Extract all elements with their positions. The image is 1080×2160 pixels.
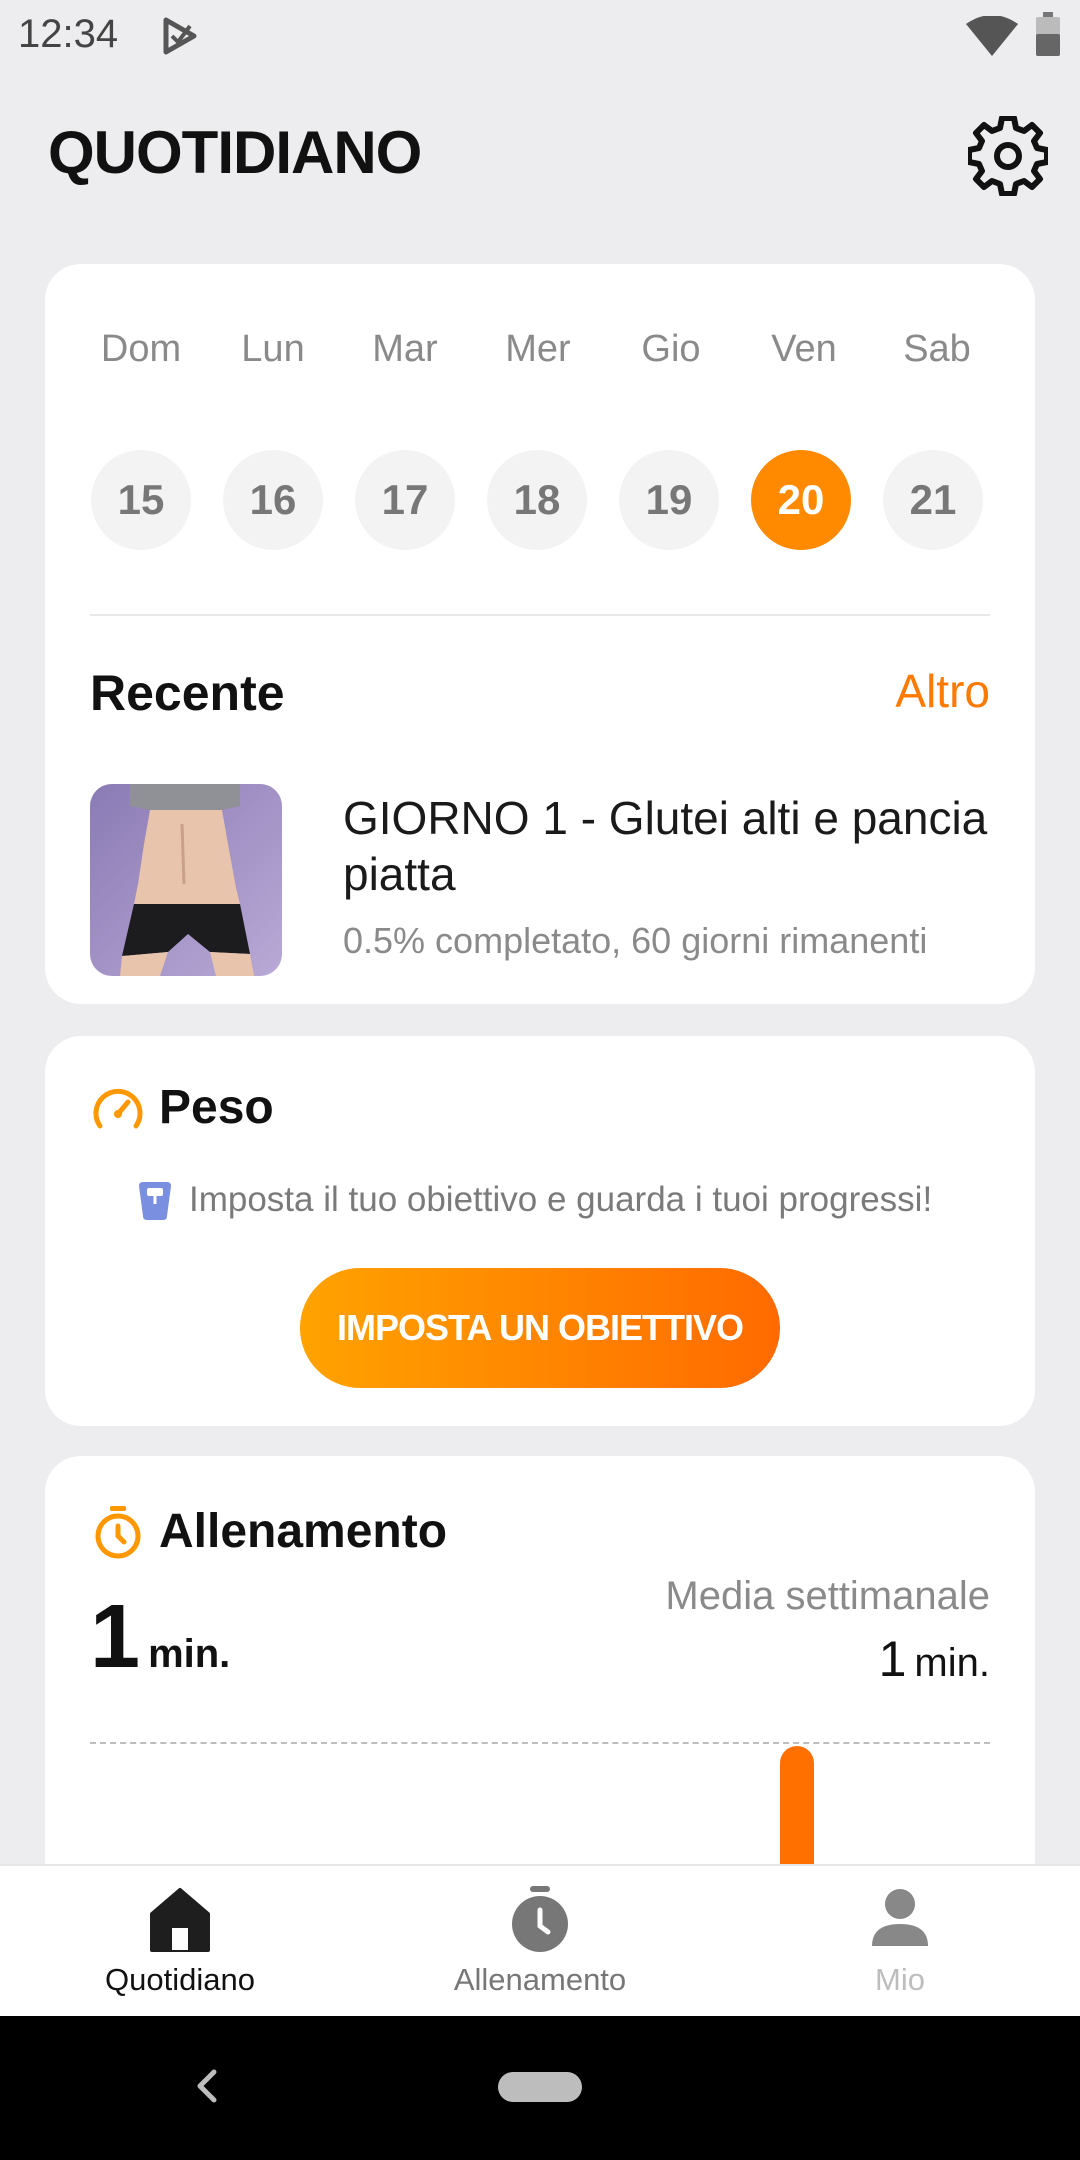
status-bar: 12:34 [0,0,1080,72]
weekly-average-label: Media settimanale [665,1574,990,1618]
status-time: 12:34 [18,12,119,56]
home-icon [150,1888,210,1952]
day-name: Gio [641,328,701,370]
day-numbers-row: 15 16 17 18 19 20 21 [45,450,1035,550]
workout-plan-title[interactable]: GIORNO 1 - Glutei alti e pancia piatta [343,790,1003,902]
day-name: Mer [505,328,571,370]
nav-label: Quotidiano [105,1962,255,1997]
weekly-average-minutes: 1 [878,1631,907,1687]
workout-minutes: 1 [90,1587,141,1687]
recent-section-title: Recente [90,665,285,721]
wifi-icon [966,16,1018,56]
workout-section-title: Allenamento [159,1505,448,1558]
day-button[interactable]: 17 [355,450,455,550]
weight-section-title: Peso [159,1081,274,1134]
page-title: QUOTIDIANO [48,119,422,186]
day-name: Ven [771,328,837,370]
nav-label: Allenamento [453,1962,627,1997]
stopwatch-icon [95,1506,141,1559]
day-button[interactable]: 15 [91,450,191,550]
home-pill-button[interactable] [498,2072,582,2102]
day-name: Mar [372,328,438,370]
speedometer-icon [93,1088,143,1129]
workout-plan-progress: 0.5% completato, 60 giorni rimanenti [343,920,928,961]
bottom-navigation: Quotidiano Allenamento Mio [0,1864,1080,2018]
weight-hint-text: Imposta il tuo obiettivo e guarda i tuoi… [189,1180,933,1219]
settings-gear-icon[interactable] [968,116,1048,196]
workout-unit: min. [148,1632,231,1676]
workout-day-bar [780,1746,814,1866]
fitness-photo-image [90,784,282,976]
divider [90,614,990,616]
person-icon [872,1889,928,1946]
play-store-notification-icon [163,17,197,55]
day-button[interactable]: 16 [223,450,323,550]
day-name: Lun [241,328,305,370]
week-card: Dom Lun Mar Mer Gio Ven Sab 15 16 17 18 … [45,264,1035,1004]
weekly-average-value: 1 min. [879,1630,990,1688]
stopwatch-icon [512,1886,568,1952]
battery-icon [1036,12,1060,56]
nav-item-me[interactable]: Mio [720,1866,1080,2018]
day-button[interactable]: 19 [619,450,719,550]
nav-label: Mio [875,1962,925,1997]
workout-today-value: 1 min. [90,1586,230,1689]
average-dashed-line [90,1742,990,1746]
day-button[interactable]: 21 [883,450,983,550]
system-navigation-bar [0,2016,1080,2160]
recent-more-link[interactable]: Altro [895,664,990,718]
back-chevron-icon[interactable] [190,2066,224,2106]
day-names-row: Dom Lun Mar Mer Gio Ven Sab [45,328,1035,378]
day-button-selected[interactable]: 20 [751,450,851,550]
workout-plan-thumbnail[interactable] [90,784,282,976]
scale-icon [139,1182,171,1220]
weekly-average-unit: min. [914,1641,990,1685]
weight-card: Peso Imposta il tuo obiettivo e guarda i… [45,1036,1035,1426]
set-goal-button[interactable]: IMPOSTA UN OBIETTIVO [300,1268,780,1388]
day-button[interactable]: 18 [487,450,587,550]
day-name: Sab [903,328,971,370]
nav-item-workout[interactable]: Allenamento [360,1866,720,2018]
nav-item-daily[interactable]: Quotidiano [0,1866,360,2018]
day-name: Dom [100,328,182,370]
